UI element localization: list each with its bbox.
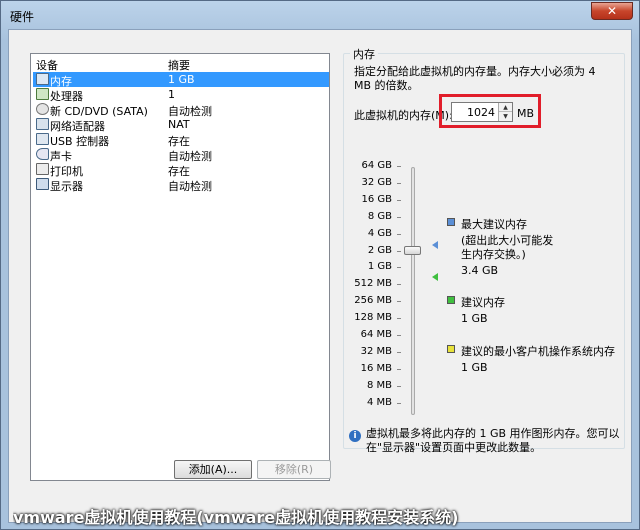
device-list-header: 设备 摘要: [31, 54, 329, 73]
scale-tick: [397, 267, 401, 269]
scale-tick: [397, 199, 401, 201]
scale-label: 4 MB: [366, 396, 392, 408]
add-device-button[interactable]: 添加(A)...: [174, 460, 252, 479]
device-summary: 1: [168, 88, 175, 101]
memory-groupbox: 内存 指定分配给此虚拟机的内存量。内存大小必须为 4 MB 的倍数。 此虚拟机的…: [343, 46, 625, 449]
device-row-network-adapter[interactable]: 网络适配器 NAT: [33, 117, 329, 133]
scale-tick: [397, 233, 401, 235]
scale-tick: [397, 166, 401, 167]
scale-tick: [397, 385, 401, 387]
scale-tick: [397, 335, 401, 336]
device-summary: 1 GB: [168, 73, 195, 86]
device-summary: NAT: [168, 118, 190, 131]
recommended-label: 建议内存: [461, 296, 505, 309]
remove-device-button[interactable]: 移除(R): [257, 460, 331, 479]
scale-tick: [397, 284, 401, 286]
scale-tick: [397, 250, 401, 252]
max-recommended-legend-icon: [447, 218, 455, 226]
monitor-icon: [36, 178, 49, 190]
spin-up-icon[interactable]: ▲: [499, 103, 512, 112]
scale-label: 2 GB: [367, 244, 392, 256]
device-row-memory[interactable]: 内存 1 GB: [33, 72, 329, 88]
dialog-client-area: 设备 摘要 内存 1 GB 处理器 1 新 CD/DVD (SATA) 自动检测…: [8, 29, 632, 523]
min-guest-value: 1 GB: [461, 361, 488, 374]
window-title: 硬件: [10, 10, 35, 24]
scale-tick: [397, 351, 401, 353]
max-recommended-value: 3.4 GB: [461, 264, 499, 277]
device-summary: 自动检测: [168, 180, 212, 193]
spin-down-icon[interactable]: ▼: [499, 112, 512, 121]
memory-group-title: 内存: [350, 46, 378, 62]
watermark-text: vmware虚拟机使用教程(vmware虚拟机使用教程安装系统): [13, 508, 459, 527]
column-header-device[interactable]: 设备: [36, 57, 58, 73]
scale-tick: [397, 182, 401, 184]
scale-label: 512 MB: [354, 278, 392, 290]
device-row-cd-dvd[interactable]: 新 CD/DVD (SATA) 自动检测: [33, 102, 329, 118]
memory-description: 指定分配给此虚拟机的内存量。内存大小必须为 4 MB 的倍数。: [354, 65, 596, 92]
device-row-display[interactable]: 显示器 自动检测: [33, 177, 329, 193]
device-row-sound-card[interactable]: 声卡 自动检测: [33, 147, 329, 163]
max-recommended-note: (超出此大小可能发生内存交换。): [461, 234, 554, 261]
scale-label: 4 GB: [367, 227, 392, 239]
memory-slider-thumb[interactable]: [404, 246, 421, 255]
scale-tick: [397, 368, 401, 370]
close-button[interactable]: ✕: [591, 2, 633, 20]
title-bar[interactable]: 硬件 ✕: [1, 1, 639, 29]
scale-label: 32 GB: [361, 176, 392, 188]
memory-value[interactable]: 1024: [467, 106, 495, 119]
disc-icon: [36, 103, 49, 115]
scale-label: 8 GB: [367, 210, 392, 222]
device-list[interactable]: 设备 摘要 内存 1 GB 处理器 1 新 CD/DVD (SATA) 自动检测…: [30, 53, 330, 481]
max-recommended-label: 最大建议内存: [461, 218, 527, 231]
scale-label: 8 MB: [366, 379, 392, 391]
min-guest-label: 建议的最小客户机操作系统内存: [461, 345, 615, 358]
recommended-value: 1 GB: [461, 312, 488, 325]
scale-label: 64 GB: [361, 160, 392, 171]
scale-tick: [397, 216, 401, 218]
memory-icon: [36, 73, 49, 85]
usb-icon: [36, 133, 49, 145]
scale-label: 1 GB: [367, 261, 392, 273]
device-row-processor[interactable]: 处理器 1: [33, 87, 329, 103]
scale-tick: [397, 318, 401, 320]
memory-field-label: 此虚拟机的内存(M):: [354, 109, 453, 122]
memory-slider-track[interactable]: [411, 167, 415, 415]
network-icon: [36, 118, 49, 130]
scale-label: 256 MB: [354, 295, 392, 307]
memory-unit: MB: [517, 107, 535, 120]
printer-icon: [36, 163, 49, 175]
scale-tick: [397, 402, 401, 404]
scale-label: 16 GB: [361, 193, 392, 205]
scale-label: 16 MB: [360, 362, 392, 374]
scale-label: 64 MB: [360, 329, 392, 340]
memory-spinbox[interactable]: 1024 ▲ ▼: [451, 102, 513, 122]
scale-tick: [397, 301, 401, 303]
processor-icon: [36, 88, 49, 100]
recommended-marker-icon: [432, 273, 438, 281]
device-name: 显示器: [50, 180, 83, 193]
hardware-dialog: 硬件 ✕ 设备 摘要 内存 1 GB 处理器 1 新 CD/DVD (SATA): [0, 0, 640, 530]
info-icon: i: [349, 430, 361, 442]
device-row-printer[interactable]: 打印机 存在: [33, 162, 329, 178]
min-guest-legend-icon: [447, 345, 455, 353]
graphics-memory-info: 虚拟机最多将此内存的 1 GB 用作图形内存。您可以在"显示器"设置页面中更改此…: [366, 427, 620, 454]
max-recommended-marker-icon: [432, 241, 438, 249]
scale-label: 128 MB: [354, 312, 392, 324]
speaker-icon: [36, 148, 49, 160]
device-row-usb-controller[interactable]: USB 控制器 存在: [33, 132, 329, 148]
recommended-legend-icon: [447, 296, 455, 304]
scale-label: 32 MB: [360, 345, 392, 357]
spinner-buttons: ▲ ▼: [498, 103, 512, 121]
column-header-summary[interactable]: 摘要: [168, 57, 190, 73]
